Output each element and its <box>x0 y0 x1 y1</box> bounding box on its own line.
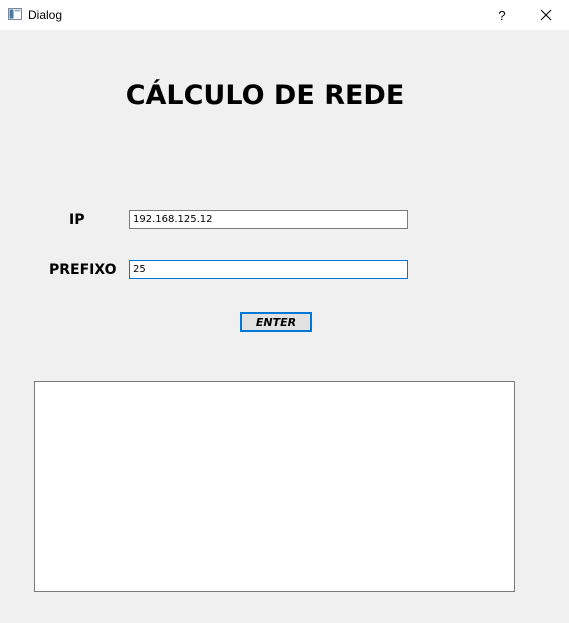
ip-label: IP <box>69 212 85 228</box>
title-bar: Dialog ? <box>0 0 569 30</box>
dialog-window: Dialog ? CÁLCULO DE REDE IP PREFIXO ENTE… <box>0 0 569 623</box>
close-icon <box>540 9 552 21</box>
prefix-label: PREFIXO <box>49 262 117 278</box>
help-button[interactable]: ? <box>479 0 525 30</box>
prefix-input[interactable] <box>129 260 408 279</box>
window-title: Dialog <box>28 8 63 22</box>
ip-input[interactable] <box>129 210 408 229</box>
page-title: CÁLCULO DE REDE <box>125 80 405 111</box>
enter-button[interactable]: ENTER <box>240 312 312 332</box>
close-button[interactable] <box>523 0 569 30</box>
output-textarea[interactable] <box>34 381 515 592</box>
app-icon <box>8 8 22 20</box>
